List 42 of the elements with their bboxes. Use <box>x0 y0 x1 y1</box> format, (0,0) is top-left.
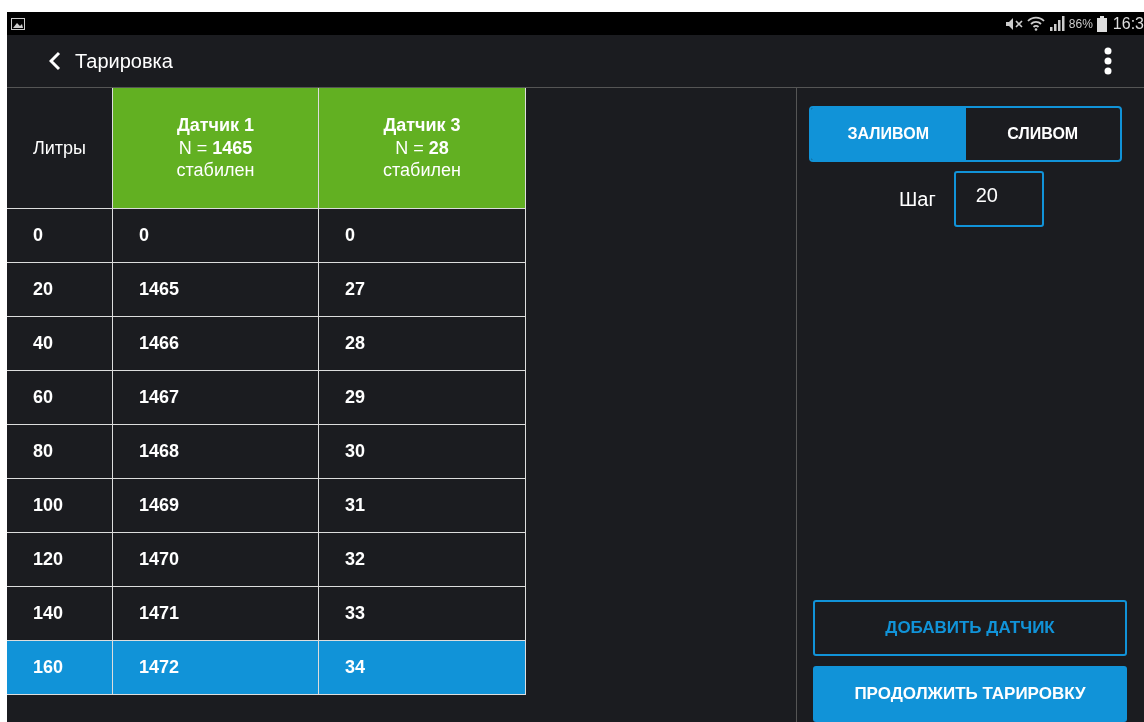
table-cell[interactable]: 1470 <box>113 533 319 587</box>
signal-icon <box>1048 16 1065 31</box>
table-cell[interactable]: 1469 <box>113 479 319 533</box>
table-cell[interactable]: 80 <box>7 425 113 479</box>
battery-percent: 86% <box>1068 15 1093 33</box>
mute-icon <box>1004 16 1023 31</box>
table-cell[interactable]: 0 <box>319 209 526 263</box>
sensor-name: Датчик 1 <box>176 114 255 137</box>
table-cell[interactable]: 120 <box>7 533 113 587</box>
table-cell[interactable]: 29 <box>319 371 526 425</box>
table-cell[interactable]: 0 <box>113 209 319 263</box>
table-cell[interactable]: 20 <box>7 263 113 317</box>
more-menu-icon[interactable] <box>1104 47 1112 75</box>
table-cell[interactable]: 1465 <box>113 263 319 317</box>
table-cell[interactable]: 30 <box>319 425 526 479</box>
table-cell[interactable]: 100 <box>7 479 113 533</box>
clock-time: 16:3 <box>1112 13 1144 34</box>
add-sensor-button[interactable]: ДОБАВИТЬ ДАТЧИК <box>813 600 1127 656</box>
sensor-reading: N = 28 <box>395 136 449 160</box>
table-cell[interactable]: 28 <box>319 317 526 371</box>
table-cell[interactable]: 60 <box>7 371 113 425</box>
table-cell[interactable]: 32 <box>319 533 526 587</box>
image-icon <box>11 17 25 30</box>
step-label: Шаг <box>899 187 936 212</box>
sensor-name: Датчик 3 <box>383 114 461 137</box>
sensor-status: стабилен <box>383 159 461 182</box>
screen-title: Тарировка <box>75 49 173 74</box>
table-cell[interactable]: 1468 <box>113 425 319 479</box>
sensor-reading: N = 1465 <box>178 136 253 160</box>
battery-icon <box>1096 15 1107 32</box>
wifi-icon <box>1026 16 1045 31</box>
column-header: Литры <box>32 136 87 160</box>
table-cell[interactable]: 27 <box>319 263 526 317</box>
back-icon[interactable] <box>49 51 61 71</box>
table-cell[interactable]: 31 <box>319 479 526 533</box>
step-field[interactable]: 20 <box>953 171 1044 227</box>
sensor-status: стабилен <box>176 159 255 182</box>
table-cell[interactable]: 40 <box>7 317 113 371</box>
table-cell[interactable]: 1466 <box>113 317 319 371</box>
table-cell[interactable]: 0 <box>7 209 113 263</box>
table-cell[interactable]: 1467 <box>113 371 319 425</box>
mode-tab[interactable]: СЛИВОМ <box>965 108 1120 160</box>
